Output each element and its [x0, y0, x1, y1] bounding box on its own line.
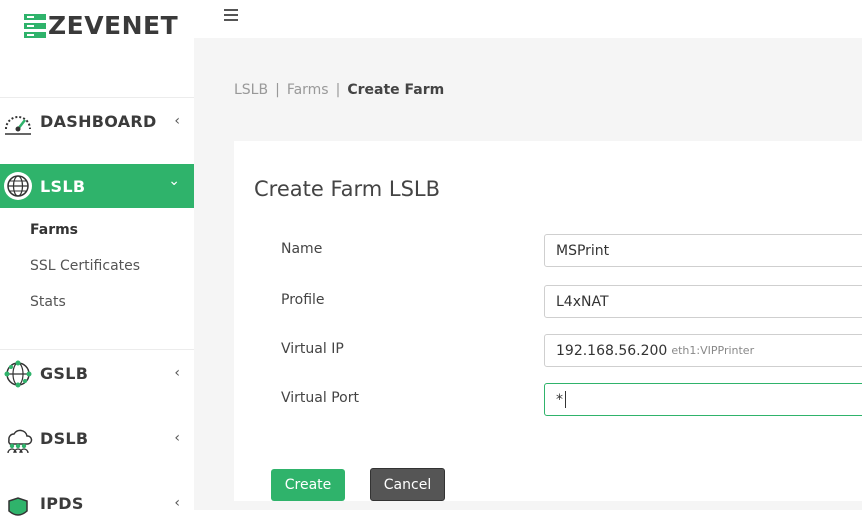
chevron-left-icon: ‹	[174, 113, 180, 129]
hamburger-menu-icon[interactable]	[224, 9, 238, 21]
breadcrumb-current: Create Farm	[347, 82, 445, 98]
sidebar-subitem-stats[interactable]: Stats	[30, 294, 66, 310]
name-input[interactable]: MSPrint	[544, 234, 862, 267]
text-caret	[565, 391, 566, 408]
divider	[0, 97, 194, 98]
sidebar-item-label: DASHBOARD	[40, 111, 157, 131]
sidebar-item-label: GSLB	[40, 363, 89, 383]
brand-logo[interactable]: ZEVENET	[24, 11, 179, 40]
virtual-port-label: Virtual Port	[281, 390, 359, 406]
sidebar-item-ipds[interactable]: IPDS ‹	[0, 481, 194, 525]
chevron-left-icon: ‹	[174, 430, 180, 446]
virtual-ip-value: 192.168.56.200	[556, 342, 668, 359]
sidebar-item-label: LSLB	[40, 176, 86, 196]
network-globe-icon	[4, 360, 32, 388]
virtual-port-input[interactable]: *	[544, 383, 862, 416]
server-stack-icon	[24, 14, 46, 38]
shield-icon	[8, 497, 28, 516]
sidebar-item-lslb[interactable]: LSLB ⌄	[0, 164, 194, 208]
profile-select[interactable]: L4xNAT	[544, 285, 862, 318]
name-input-value: MSPrint	[556, 242, 610, 259]
chevron-left-icon: ‹	[174, 365, 180, 381]
breadcrumb-farms[interactable]: Farms	[287, 82, 329, 98]
chevron-left-icon: ‹	[174, 495, 180, 511]
gauge-icon	[5, 116, 31, 135]
sidebar-subitem-farms[interactable]: Farms	[30, 222, 78, 238]
breadcrumb: LSLB | Farms | Create Farm	[234, 82, 444, 98]
name-label: Name	[281, 241, 323, 257]
profile-select-value: L4xNAT	[556, 293, 609, 310]
profile-label: Profile	[281, 292, 325, 308]
page-title: Create Farm LSLB	[254, 177, 441, 201]
create-farm-card: Create Farm LSLB Name MSPrint Profile L4…	[234, 141, 862, 501]
create-button[interactable]: Create	[271, 469, 345, 501]
sidebar-item-gslb[interactable]: GSLB ‹	[0, 351, 194, 395]
breadcrumb-separator: |	[275, 82, 280, 98]
top-bar	[194, 0, 862, 38]
brand-name: ZEVENET	[48, 11, 179, 40]
sidebar: ZEVENET DASHBOARD ‹ LSLB ⌄ Farms SSL Cer…	[0, 0, 194, 516]
globe-icon	[4, 172, 32, 200]
virtual-ip-interface-hint: eth1:VIPPrinter	[671, 344, 755, 357]
cloud-users-icon	[7, 429, 33, 454]
cancel-button[interactable]: Cancel	[370, 468, 445, 501]
breadcrumb-separator: |	[335, 82, 341, 98]
virtual-ip-label: Virtual IP	[281, 341, 344, 357]
sidebar-item-dslb[interactable]: DSLB ‹	[0, 416, 194, 460]
breadcrumb-lslb[interactable]: LSLB	[234, 82, 268, 98]
sidebar-subitem-ssl-certificates[interactable]: SSL Certificates	[30, 258, 140, 274]
virtual-ip-select[interactable]: 192.168.56.200 eth1:VIPPrinter	[544, 334, 862, 367]
sidebar-item-label: DSLB	[40, 428, 89, 448]
virtual-port-value: *	[556, 391, 563, 408]
main-content: LSLB | Farms | Create Farm Create Farm LSLB …	[194, 38, 862, 510]
chevron-down-icon: ⌄	[168, 173, 180, 189]
divider	[0, 349, 194, 350]
sidebar-item-dashboard[interactable]: DASHBOARD ‹	[0, 99, 194, 143]
